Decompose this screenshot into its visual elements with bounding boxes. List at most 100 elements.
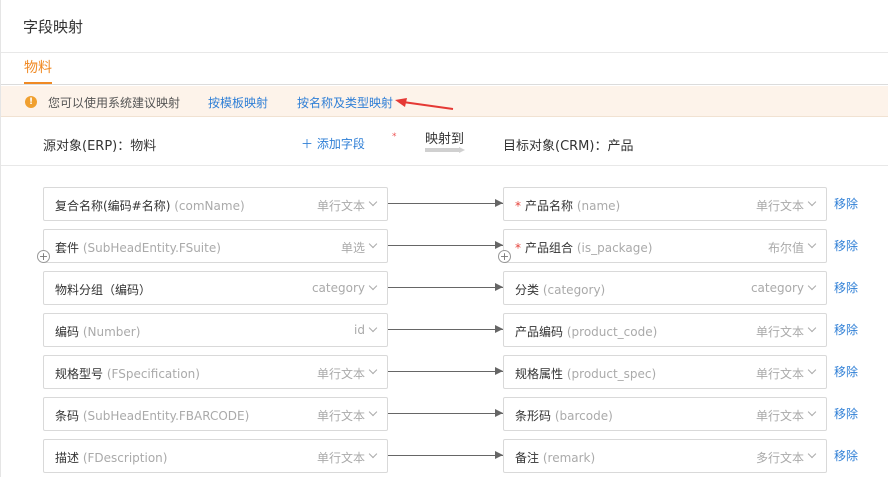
target-field-name: 产品组合 [525, 241, 574, 255]
source-field-code: (comName) [174, 199, 245, 213]
target-field-type: category [750, 281, 804, 295]
source-field-select[interactable]: 复合名称(编码#名称) (comName) 单行文本 [43, 187, 388, 221]
notice-tip: 您可以使用系统建议映射 [48, 96, 181, 110]
source-field-code: (FDescription) [82, 451, 168, 465]
target-field-name: 产品名称 [525, 199, 574, 213]
tab-bar: 物料 [1, 53, 888, 85]
target-field-select[interactable]: 规格属性 (product_spec) 单行文本 [503, 355, 827, 389]
mapping-arrow-icon [388, 451, 503, 459]
source-field-select[interactable]: 规格型号 (FSpecification) 单行文本 [43, 355, 388, 389]
add-field-button[interactable]: ＋ 添加字段 [301, 135, 365, 152]
mapping-arrow-icon [388, 283, 503, 291]
source-field-type: 单行文本 [316, 199, 365, 213]
chevron-down-icon [807, 365, 817, 375]
map-by-template-link[interactable]: 按模板映射 [208, 94, 268, 111]
mapping-row: 条码 (SubHeadEntity.FBARCODE) 单行文本 条形码 (ba… [1, 397, 888, 431]
field-mapping-page: 字段映射 物料 ! 您可以使用系统建议映射 按模板映射 按名称及类型映射 源对象… [0, 0, 888, 477]
target-field-name: 分类 [515, 283, 540, 297]
remove-button[interactable]: 移除 [834, 405, 858, 422]
target-field-type: 单行文本 [755, 367, 804, 381]
target-field-code: (name) [576, 199, 621, 213]
chevron-down-icon [368, 449, 378, 459]
target-object-label: 目标对象(CRM)：产品 [503, 139, 634, 154]
source-field-code: (SubHeadEntity.FBARCODE) [82, 409, 250, 423]
remove-button[interactable]: 移除 [834, 237, 858, 254]
target-field-select[interactable]: 产品编码 (product_code) 单行文本 [503, 313, 827, 347]
map-to-label: 映射到 [425, 132, 465, 147]
source-field-select[interactable]: 条码 (SubHeadEntity.FBARCODE) 单行文本 [43, 397, 388, 431]
target-field-name: 条形码 [515, 409, 552, 423]
target-field-select[interactable]: 分类 (category) category [503, 271, 827, 305]
target-field-type: 单行文本 [755, 199, 804, 213]
mapping-bar: 源对象(ERP)：物料 ＋ 添加字段 * 映射到 目标对象(CRM)：产品 [1, 118, 888, 166]
map-to-arrow-icon [425, 147, 465, 153]
source-field-name: 编码 [55, 325, 80, 339]
chevron-down-icon [368, 197, 378, 207]
source-field-name: 规格型号 [55, 367, 104, 381]
mapping-row: 规格型号 (FSpecification) 单行文本 规格属性 (product… [1, 355, 888, 389]
source-field-type: 单行文本 [316, 367, 365, 381]
target-field-select[interactable]: 条形码 (barcode) 单行文本 [503, 397, 827, 431]
tab-material[interactable]: 物料 [24, 57, 52, 84]
target-field-select[interactable]: * 产品名称 (name) 单行文本 [503, 187, 827, 221]
mapping-arrow-icon [388, 199, 503, 207]
mapping-arrow-icon [388, 409, 503, 417]
target-field-code: (category) [542, 283, 606, 297]
chevron-down-icon [368, 281, 378, 291]
chevron-down-icon [807, 449, 817, 459]
header: 字段映射 [1, 0, 888, 53]
source-field-name: 描述 [55, 451, 80, 465]
source-field-type: category [311, 281, 365, 295]
source-field-code: (FSpecification) [106, 367, 200, 381]
source-field-name: 套件 [55, 241, 80, 255]
source-field-type: 单选 [340, 241, 365, 255]
target-field-name: 规格属性 [515, 367, 564, 381]
source-field-select[interactable]: 物料分组（编码） category [43, 271, 388, 305]
remove-button[interactable]: 移除 [834, 447, 858, 464]
source-field-select[interactable]: 描述 (FDescription) 单行文本 [43, 439, 388, 473]
chevron-down-icon [807, 323, 817, 333]
remove-button[interactable]: 移除 [834, 195, 858, 212]
expand-plus-icon[interactable]: + [498, 250, 511, 263]
mapping-arrow-icon [388, 325, 503, 333]
source-field-type: id [354, 323, 365, 337]
chevron-down-icon [368, 323, 378, 333]
target-field-code: (barcode) [554, 409, 613, 423]
target-field-type: 单行文本 [755, 325, 804, 339]
mapping-arrow-icon [388, 241, 503, 249]
page-title: 字段映射 [23, 18, 84, 36]
mapping-arrow-icon [388, 367, 503, 375]
target-field-select[interactable]: 备注 (remark) 多行文本 [503, 439, 827, 473]
source-field-select[interactable]: 编码 (Number) id [43, 313, 388, 347]
source-field-name: 复合名称(编码#名称) [55, 199, 171, 213]
source-object-label: 源对象(ERP)：物料 [43, 139, 157, 154]
source-field-code: (SubHeadEntity.FSuite) [82, 241, 221, 255]
mapping-row: 描述 (FDescription) 单行文本 备注 (remark) 多行文本 … [1, 439, 888, 473]
target-field-select[interactable]: * 产品组合 (is_package) 布尔值 [503, 229, 827, 263]
source-field-name: 条码 [55, 409, 80, 423]
required-mark: * [515, 241, 521, 255]
remove-button[interactable]: 移除 [834, 279, 858, 296]
chevron-down-icon [807, 281, 817, 291]
target-field-type: 布尔值 [767, 241, 804, 255]
source-field-type: 单行文本 [316, 451, 365, 465]
chevron-down-icon [807, 407, 817, 417]
annotation-arrow-icon [395, 98, 454, 110]
mapping-row: 编码 (Number) id 产品编码 (product_code) 单行文本 … [1, 313, 888, 347]
expand-plus-icon[interactable]: + [37, 250, 50, 263]
remove-button[interactable]: 移除 [834, 363, 858, 380]
target-field-code: (remark) [542, 451, 596, 465]
chevron-down-icon [807, 239, 817, 249]
map-by-name-type-link[interactable]: 按名称及类型映射 [297, 94, 393, 111]
target-field-code: (is_package) [576, 241, 653, 255]
required-mark: * [515, 199, 521, 213]
mapping-row: 复合名称(编码#名称) (comName) 单行文本 * 产品名称 (name) … [1, 187, 888, 221]
target-field-code: (product_code) [566, 325, 658, 339]
target-field-code: (product_spec) [566, 367, 657, 381]
mapping-row: 套件 (SubHeadEntity.FSuite) 单选 * 产品组合 (is_p… [1, 229, 888, 263]
source-field-select[interactable]: 套件 (SubHeadEntity.FSuite) 单选 [43, 229, 388, 263]
target-field-name: 备注 [515, 451, 540, 465]
remove-button[interactable]: 移除 [834, 321, 858, 338]
target-field-name: 产品编码 [515, 325, 564, 339]
chevron-down-icon [368, 365, 378, 375]
